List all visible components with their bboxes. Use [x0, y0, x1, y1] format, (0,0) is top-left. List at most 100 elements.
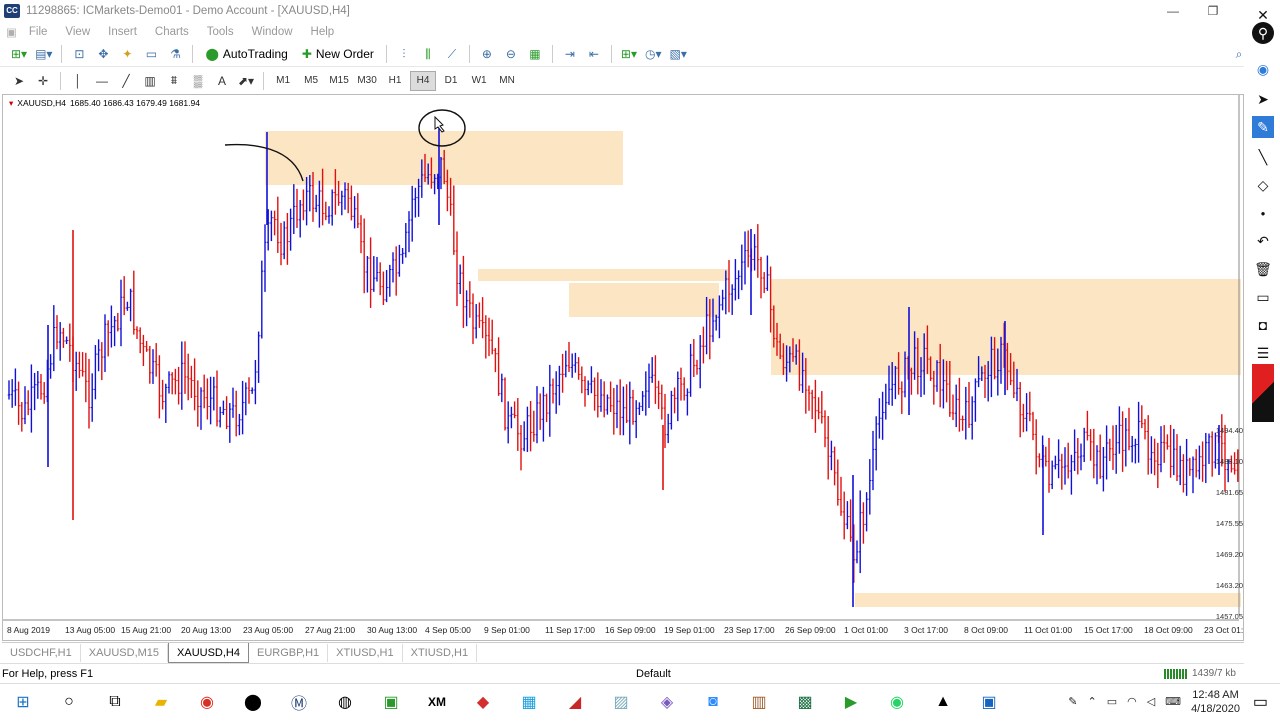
new-order-button[interactable]: ✚ New Order — [296, 44, 380, 64]
vertical-line-icon[interactable]: │ — [67, 71, 89, 91]
color-picker-swatch[interactable] — [1252, 364, 1274, 422]
pointer-icon[interactable]: ➤ — [1252, 88, 1274, 110]
text-icon[interactable]: A — [211, 71, 233, 91]
menu-view[interactable]: View — [57, 26, 100, 38]
timeframe-w1[interactable]: W1 — [466, 71, 492, 91]
app-icon-light[interactable]: ▨ — [598, 684, 644, 721]
menu-file[interactable]: File — [21, 26, 58, 38]
tab-xtiusd-h1[interactable]: XTIUSD,H1 — [328, 643, 403, 662]
pen-tool-icon[interactable]: ✎ — [1252, 116, 1274, 138]
timeframe-m5[interactable]: M5 — [298, 71, 324, 91]
tab-xtiusd-h1-2[interactable]: XTIUSD,H1 — [403, 643, 478, 662]
periods-icon[interactable]: ◷▾ — [642, 44, 665, 64]
terminal-icon[interactable]: ▭ — [140, 44, 162, 64]
tab-xauusd-h4[interactable]: XAUUSD,H4 — [168, 642, 249, 663]
timeframe-mn[interactable]: MN — [494, 71, 520, 91]
timeframe-m1[interactable]: M1 — [270, 71, 296, 91]
excel-icon[interactable]: ▩ — [782, 684, 828, 721]
menu-insert[interactable]: Insert — [100, 26, 147, 38]
chrome-icon[interactable]: ◉ — [184, 684, 230, 721]
menu-window[interactable]: Window — [244, 26, 303, 38]
chart-shift-icon[interactable]: ⇤ — [583, 44, 605, 64]
undo-icon[interactable]: ↶ — [1252, 230, 1274, 252]
zoom-out-icon[interactable]: ⊖ — [500, 44, 522, 64]
cursor-icon[interactable]: ➤ — [8, 71, 30, 91]
tab-usdchf-h1[interactable]: USDCHF,H1 — [2, 643, 81, 662]
market-watch-icon[interactable]: ⊡ — [68, 44, 90, 64]
trendline-icon[interactable]: ╱ — [115, 71, 137, 91]
app-icon-4[interactable]: ▣ — [368, 684, 414, 721]
new-chart-icon[interactable]: ⊞▾ — [8, 44, 30, 64]
tab-xauusd-m15[interactable]: XAUUSD,M15 — [81, 643, 169, 662]
app-icon-purple[interactable]: ◈ — [644, 684, 690, 721]
battery-icon[interactable]: ▭ — [1107, 695, 1117, 708]
autoscroll-icon[interactable]: ⇥ — [559, 44, 581, 64]
autotrading-button[interactable]: ⬤ AutoTrading — [199, 44, 293, 64]
arrows-icon[interactable]: ⬈▾ — [235, 71, 257, 91]
file-explorer-icon[interactable]: ▰ — [138, 684, 184, 721]
volume-icon[interactable]: ◁ — [1147, 695, 1155, 708]
navigator-icon[interactable]: ✦ — [116, 44, 138, 64]
fibonacci-icon[interactable]: ⩩ — [163, 71, 185, 91]
chart-window[interactable]: ▾ XAUUSD,H4 1685.40 1686.43 1679.49 1681… — [2, 94, 1244, 641]
app-icon-3[interactable]: ◍ — [322, 684, 368, 721]
indicators-icon[interactable]: ⊞▾ — [618, 44, 640, 64]
strategy-tester-icon[interactable]: ⚗ — [164, 44, 186, 64]
menu-icon[interactable]: ☰ — [1252, 342, 1274, 364]
price-chart[interactable]: 1494.40 1488.10 1481.65 1475.55 1469.20 1463.… — [3, 95, 1243, 640]
profiles-icon[interactable]: ▤▾ — [32, 44, 55, 64]
horizontal-line-icon[interactable]: — — [91, 71, 113, 91]
app-icon-red2[interactable]: ◢ — [552, 684, 598, 721]
menu-charts[interactable]: Charts — [147, 26, 199, 38]
timeframe-h1[interactable]: H1 — [382, 71, 408, 91]
timeframe-m15[interactable]: M15 — [326, 71, 352, 91]
app-icon-green[interactable]: ▶ — [828, 684, 874, 721]
tile-windows-icon[interactable]: ▦ — [524, 44, 546, 64]
monitor-icon[interactable]: ▭ — [1252, 286, 1274, 308]
app-icon-dark[interactable]: ▲ — [920, 684, 966, 721]
timeframe-m30[interactable]: M30 — [354, 71, 380, 91]
app-icon-circle[interactable]: ⬤ — [230, 684, 276, 721]
whatsapp-icon[interactable]: ◉ — [874, 684, 920, 721]
crosshair-icon[interactable]: ✛ — [32, 71, 54, 91]
xm-icon[interactable]: XM — [414, 684, 460, 721]
timeframe-d1[interactable]: D1 — [438, 71, 464, 91]
pin-icon[interactable]: ⚲ — [1252, 22, 1274, 44]
camera-icon[interactable]: ◘ — [1252, 314, 1274, 336]
templates-icon[interactable]: ▧▾ — [666, 44, 689, 64]
menu-help[interactable]: Help — [303, 26, 345, 38]
eraser-icon[interactable]: ◇ — [1252, 174, 1274, 196]
zoom-in-icon[interactable]: ⊕ — [476, 44, 498, 64]
metatrader-icon[interactable]: Ⓜ — [276, 684, 322, 721]
pen-icon[interactable]: ✎ — [1068, 695, 1077, 708]
menu-tools[interactable]: Tools — [199, 26, 244, 38]
trash-icon[interactable]: 🗑 — [1252, 258, 1274, 280]
language-icon[interactable]: ⌨ — [1165, 695, 1181, 708]
candlestick-icon[interactable]: ⫼ — [417, 44, 439, 64]
bar-chart-icon[interactable]: ⫶ — [393, 44, 415, 64]
maximize-button[interactable]: ❐ — [1196, 0, 1230, 22]
zoom-icon[interactable]: ◙ — [690, 684, 736, 721]
eye-icon[interactable]: ◉ — [1252, 58, 1274, 80]
task-view-icon[interactable]: ⧉ — [92, 684, 138, 721]
gann-grid-icon[interactable]: ▒ — [187, 71, 209, 91]
tab-eurgbp-h1[interactable]: EURGBP,H1 — [249, 643, 329, 662]
notification-icon[interactable]: ▭ — [1253, 692, 1268, 712]
network-icon[interactable]: ◠ — [1127, 695, 1137, 708]
clock[interactable]: 12:48 AM 4/18/2020 — [1191, 688, 1240, 716]
app-icon-blue2[interactable]: ▣ — [966, 684, 1012, 721]
toolbar-separator — [385, 45, 387, 63]
timeframe-h4[interactable]: H4 — [410, 70, 437, 91]
chevron-up-icon[interactable]: ⌃ — [1087, 695, 1096, 708]
dot-size-icon[interactable]: ● — [1252, 202, 1274, 224]
app-icon-blue[interactable]: ▦ — [506, 684, 552, 721]
channel-icon[interactable]: ▥ — [139, 71, 161, 91]
highlighter-icon[interactable]: ╲ — [1252, 146, 1274, 168]
minimize-button[interactable]: — — [1156, 0, 1190, 22]
search-taskbar-icon[interactable]: ○ — [46, 684, 92, 721]
data-window-icon[interactable]: ✥ — [92, 44, 114, 64]
line-chart-icon[interactable]: ⟋ — [441, 44, 463, 64]
windows-start-icon[interactable]: ⊞ — [0, 684, 46, 721]
app-icon-red[interactable]: ◆ — [460, 684, 506, 721]
app-icon-brown[interactable]: ▥ — [736, 684, 782, 721]
